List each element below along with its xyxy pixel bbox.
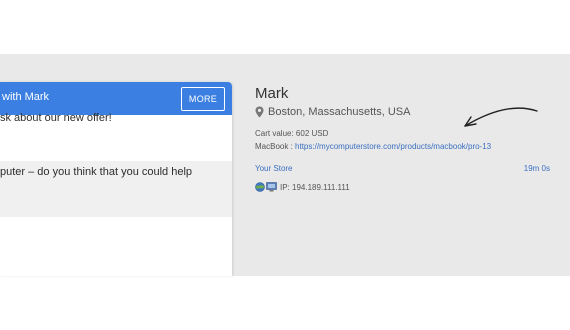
time-on-site: 19m 0s [523, 164, 550, 173]
visitor-name: Mark [255, 85, 289, 102]
ip-row: IP: 194.189.111.111 [280, 183, 350, 192]
visitor-message-text: puter – do you think that you could help [0, 166, 193, 178]
location-pin-icon [255, 106, 264, 118]
product-link[interactable]: https://mycomputerstore.com/products/mac… [295, 142, 491, 151]
ip-address: 194.189.111.111 [292, 183, 350, 192]
cart-value: 602 USD [295, 129, 329, 138]
os-computer-icon [266, 182, 277, 192]
cart-value-row: Cart value: 602 USD [255, 129, 328, 138]
ip-label: IP: [280, 183, 290, 192]
cart-value-label: Cart value: [255, 129, 294, 138]
annotation-arrow [464, 107, 538, 127]
product-row: MacBook : https://mycomputerstore.com/pr… [255, 142, 491, 151]
product-label: MacBook : [255, 142, 293, 151]
agent-message-text: sk about our new offer! [0, 112, 112, 124]
chat-title: with Mark [2, 91, 50, 103]
visitor-location: Boston, Massachusetts, USA [268, 106, 411, 118]
store-name[interactable]: Your Store [255, 164, 293, 173]
chat-header: with Mark MORE [0, 82, 232, 115]
more-button[interactable]: MORE [181, 87, 225, 111]
browser-globe-icon [255, 182, 265, 192]
